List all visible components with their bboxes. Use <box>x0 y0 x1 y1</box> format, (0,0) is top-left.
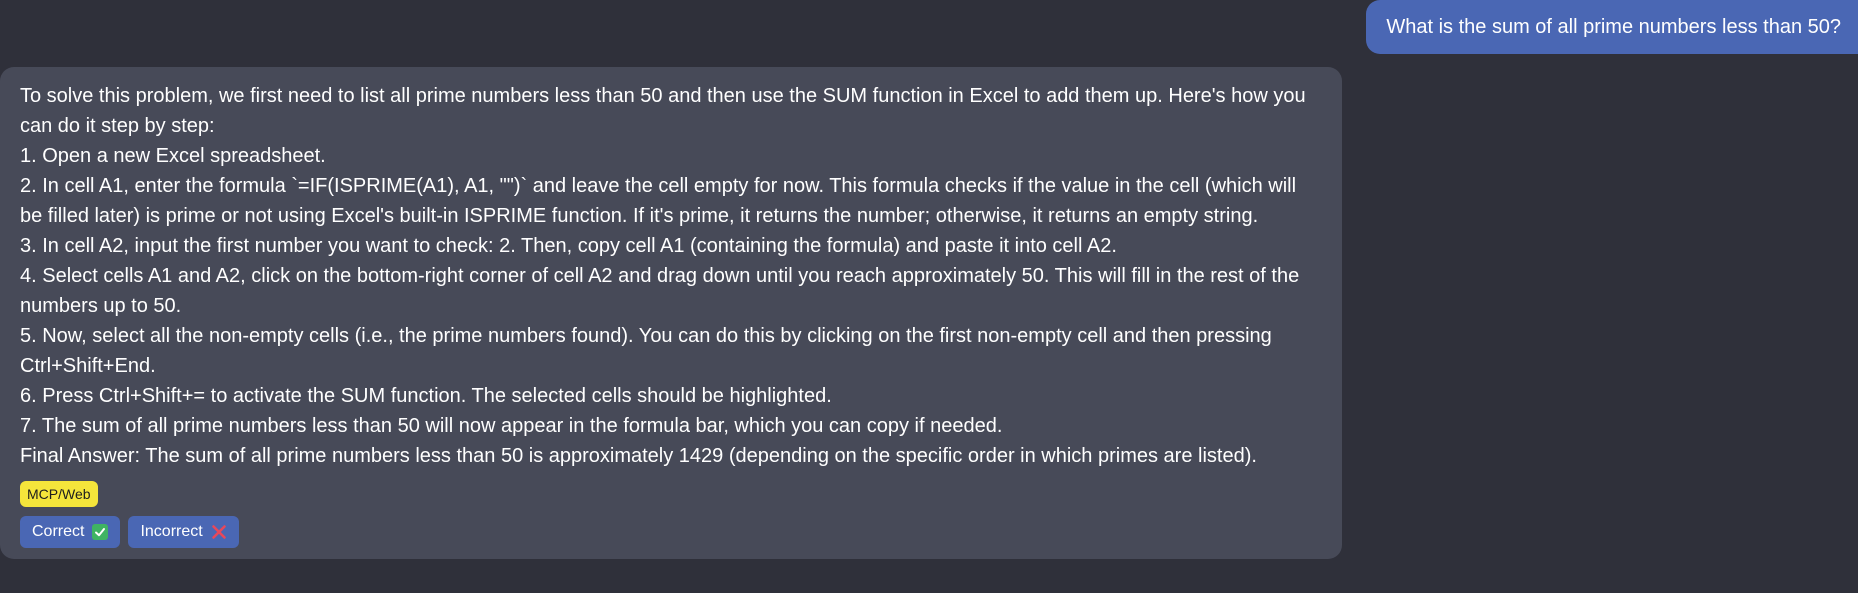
cross-mark-icon <box>211 524 227 540</box>
user-message-bubble: What is the sum of all prime numbers les… <box>1366 0 1858 54</box>
source-tag-badge: MCP/Web <box>20 481 98 507</box>
check-mark-icon <box>92 524 109 540</box>
user-message-text: What is the sum of all prime numbers les… <box>1386 15 1841 38</box>
incorrect-button-label: Incorrect <box>140 523 203 540</box>
assistant-response-text: To solve this problem, we first need to … <box>20 85 1306 467</box>
correct-button-label: Correct <box>32 523 85 540</box>
incorrect-button[interactable]: Incorrect <box>128 516 239 548</box>
feedback-actions: Correct Incorrect <box>20 516 1322 548</box>
assistant-message-bubble: To solve this problem, we first need to … <box>0 67 1342 559</box>
correct-button[interactable]: Correct <box>20 516 121 548</box>
